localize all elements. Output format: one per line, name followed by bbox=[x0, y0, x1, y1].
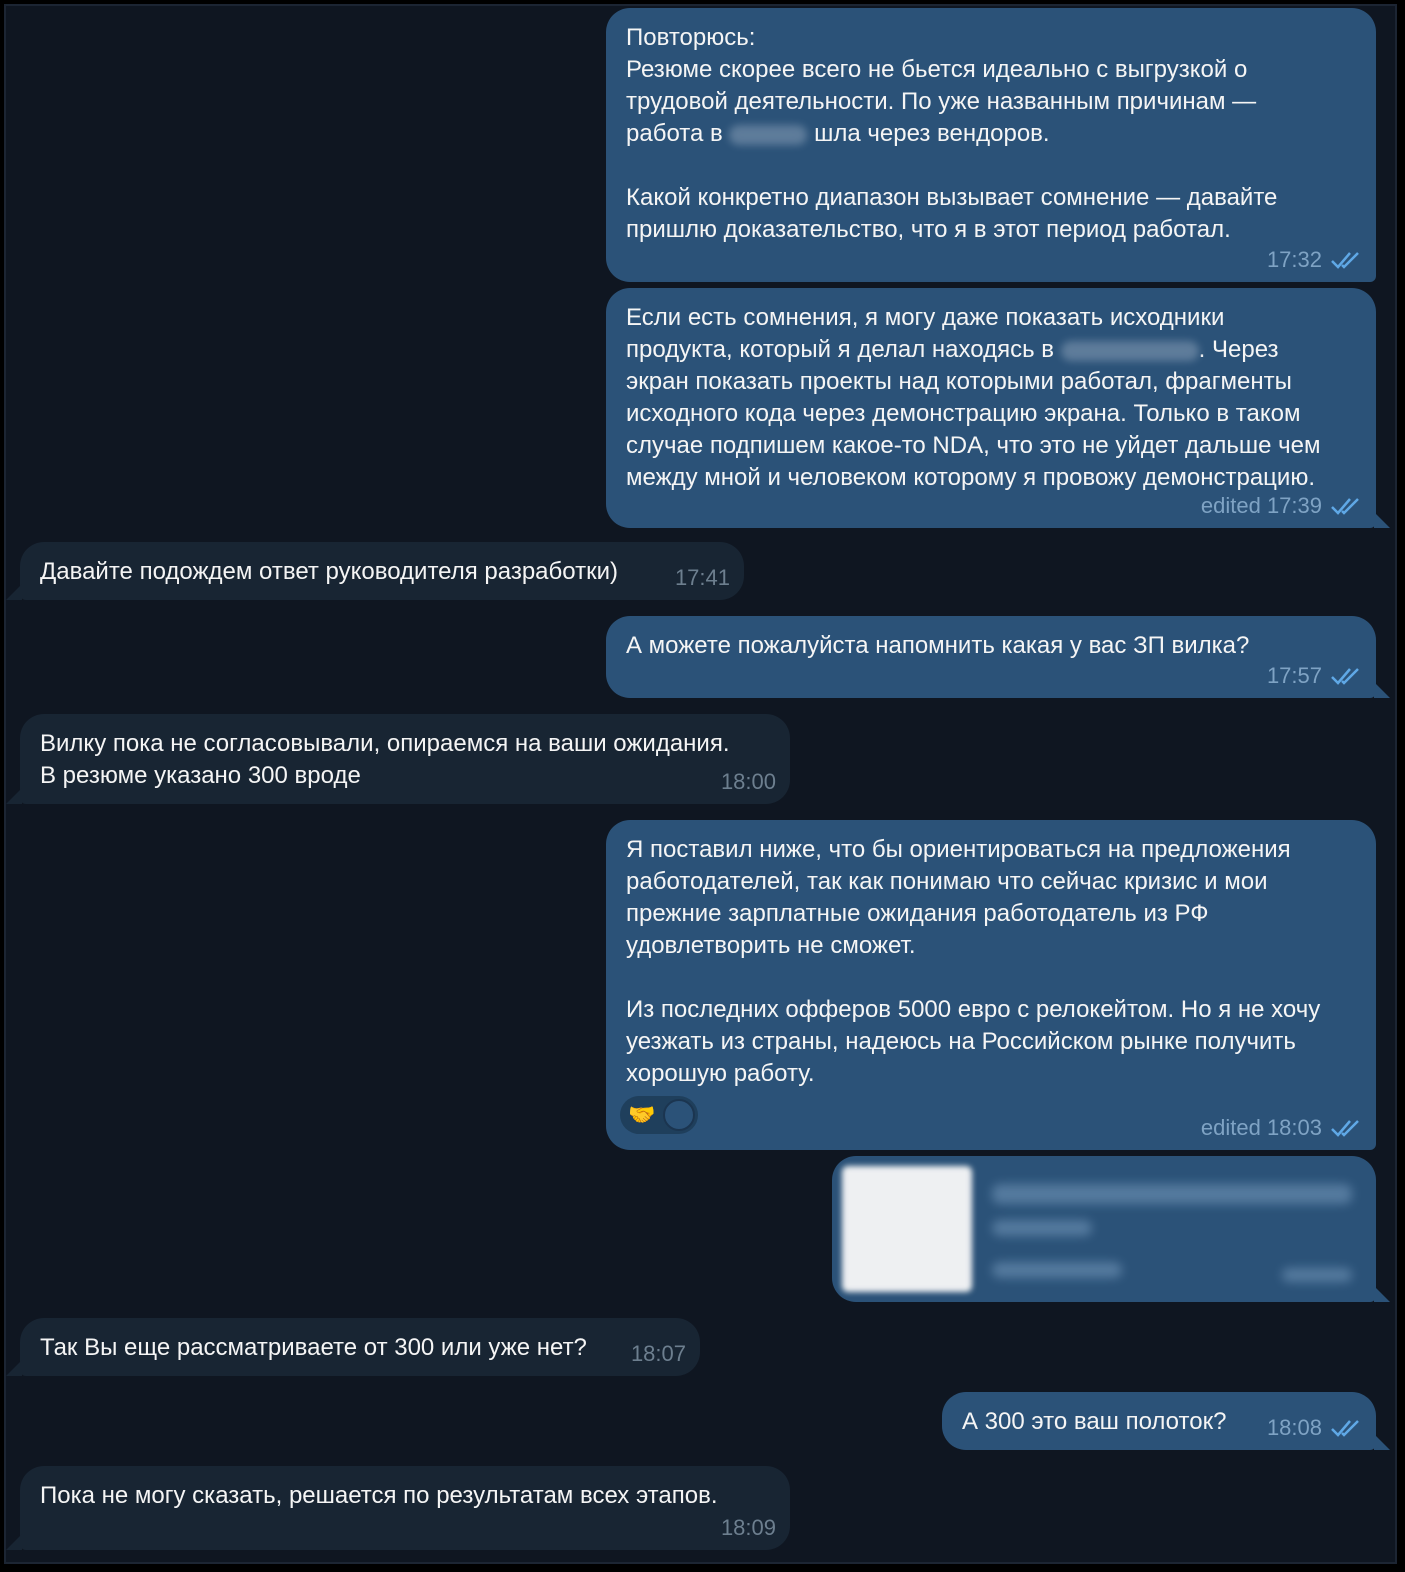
redacted-text bbox=[729, 124, 808, 145]
double-check-icon bbox=[1330, 666, 1362, 686]
chat-window: Повторюсь: Резюме скорее всего не бьется… bbox=[4, 4, 1397, 1564]
message-time: 18:09 bbox=[720, 1515, 776, 1540]
bubble-tail bbox=[1374, 1286, 1390, 1302]
message-meta: 18:08 bbox=[1267, 1412, 1362, 1444]
redacted-text bbox=[1060, 340, 1199, 361]
message-bubble-outgoing[interactable]: А 300 это ваш полоток? 18:08 bbox=[942, 1392, 1376, 1450]
double-check-icon bbox=[1330, 1418, 1362, 1438]
message-text: Вилку пока не согласовывали, опираемся н… bbox=[40, 730, 730, 789]
message-time: 17:32 bbox=[1266, 247, 1322, 272]
bubble-tail bbox=[6, 788, 22, 804]
message-text: Я поставил ниже, что бы ориентироваться … bbox=[626, 836, 1321, 1087]
message-meta: 18:07 bbox=[631, 1338, 686, 1370]
file-thumbnail bbox=[842, 1166, 972, 1292]
redacted-text bbox=[992, 1220, 1092, 1236]
message-meta: 18:09 bbox=[721, 1512, 776, 1544]
message-text: А 300 это ваш полоток? bbox=[962, 1408, 1227, 1435]
reaction-chip[interactable]: 🤝 bbox=[620, 1096, 698, 1134]
message-bubble-incoming[interactable]: Так Вы еще рассматриваете от 300 или уже… bbox=[20, 1318, 700, 1376]
bubble-tail bbox=[6, 1534, 22, 1550]
bubble-tail bbox=[1374, 682, 1390, 698]
message-meta: 17:32 bbox=[1267, 244, 1362, 276]
redacted-text bbox=[992, 1184, 1352, 1204]
message-meta: 17:57 bbox=[1267, 660, 1362, 692]
bubble-tail bbox=[6, 584, 22, 600]
message-time: edited 18:03 bbox=[1200, 1115, 1322, 1140]
message-bubble-incoming[interactable]: Пока не могу сказать, решается по резуль… bbox=[20, 1466, 790, 1550]
message-bubble-outgoing[interactable]: Если есть сомнения, я могу даже показать… bbox=[606, 288, 1376, 528]
message-time: 17:41 bbox=[674, 565, 730, 590]
message-time: 17:57 bbox=[1266, 663, 1322, 688]
message-meta: edited 17:39 bbox=[1201, 490, 1362, 522]
avatar bbox=[663, 1099, 695, 1131]
message-bubble-outgoing[interactable]: А можете пожалуйста напомнить какая у ва… bbox=[606, 616, 1376, 698]
message-text: Если есть сомнения, я могу даже показать… bbox=[626, 304, 1321, 491]
message-time: 18:00 bbox=[720, 769, 776, 794]
message-text: Пока не могу сказать, решается по резуль… bbox=[40, 1482, 718, 1509]
redacted-text bbox=[1282, 1268, 1352, 1282]
bubble-tail bbox=[6, 1360, 22, 1376]
handshake-icon: 🤝 bbox=[628, 1102, 656, 1127]
double-check-icon bbox=[1330, 250, 1362, 270]
message-time: edited 17:39 bbox=[1200, 493, 1322, 518]
message-time: 18:08 bbox=[1266, 1415, 1322, 1440]
message-time: 18:07 bbox=[630, 1341, 686, 1366]
message-bubble-incoming[interactable]: Давайте подождем ответ руководителя разр… bbox=[20, 542, 744, 600]
message-text: Давайте подождем ответ руководителя разр… bbox=[40, 558, 618, 585]
bubble-tail bbox=[1374, 1434, 1390, 1450]
message-text: Так Вы еще рассматриваете от 300 или уже… bbox=[40, 1334, 587, 1361]
message-bubble-incoming[interactable]: Вилку пока не согласовывали, опираемся н… bbox=[20, 714, 790, 804]
message-bubble-outgoing[interactable]: Повторюсь: Резюме скорее всего не бьется… bbox=[606, 8, 1376, 282]
message-meta: edited 18:03 bbox=[1201, 1112, 1362, 1144]
message-text: Повторюсь: Резюме скорее всего не бьется… bbox=[626, 24, 1278, 243]
message-meta: 18:00 bbox=[721, 766, 776, 798]
file-attachment-redacted[interactable] bbox=[832, 1156, 1376, 1302]
bubble-tail bbox=[1374, 512, 1390, 528]
message-bubble-outgoing[interactable]: Я поставил ниже, что бы ориентироваться … bbox=[606, 820, 1376, 1150]
message-meta: 17:41 bbox=[675, 562, 730, 594]
double-check-icon bbox=[1330, 496, 1362, 516]
double-check-icon bbox=[1330, 1118, 1362, 1138]
redacted-text bbox=[992, 1262, 1122, 1278]
message-text: А можете пожалуйста напомнить какая у ва… bbox=[626, 632, 1250, 659]
